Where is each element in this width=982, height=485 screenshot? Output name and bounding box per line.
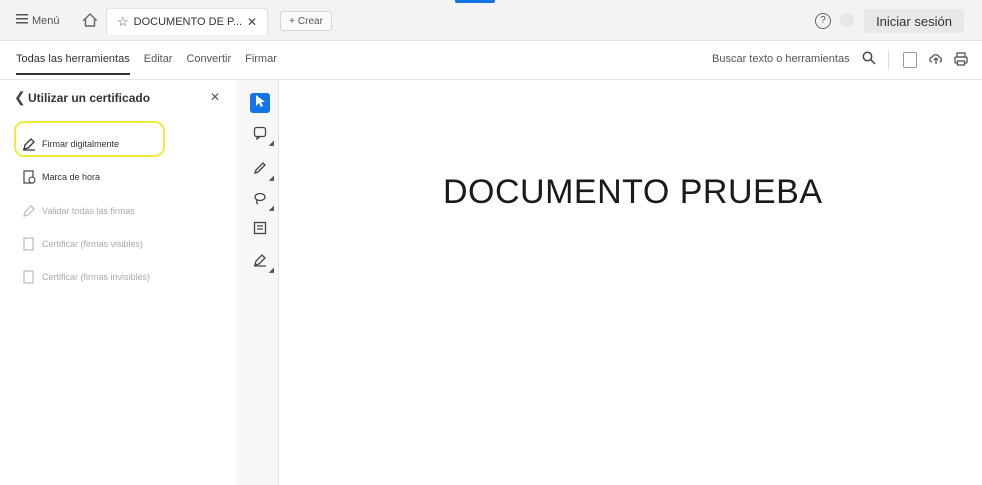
home-icon[interactable] <box>82 12 98 28</box>
tab-convert[interactable]: Convertir <box>186 53 231 75</box>
plus-icon: + <box>289 15 295 27</box>
toolbar-divider <box>888 51 889 69</box>
tool-label: Certificar (firmas invisibles) <box>42 272 151 282</box>
close-tab-icon[interactable]: ✕ <box>247 15 257 29</box>
comment-icon <box>253 126 267 145</box>
tool-timestamp[interactable]: Marca de hora <box>22 170 100 184</box>
text-select-icon <box>253 221 267 240</box>
page-view-icon[interactable] <box>903 52 917 68</box>
text-select-tool[interactable] <box>250 220 270 240</box>
quick-tools-strip: ◢ ◢ ◢ ◢ <box>236 80 279 485</box>
tool-sign-digitally[interactable]: Firmar digitalmente <box>22 137 119 151</box>
toolbar: Todas las herramientas Editar Convertir … <box>0 41 982 80</box>
tab-document[interactable]: ☆ DOCUMENTO DE P... ✕ <box>106 8 268 35</box>
select-tool[interactable] <box>250 93 270 113</box>
tool-label: Firmar digitalmente <box>42 139 120 149</box>
select-icon <box>254 94 266 113</box>
search-label[interactable]: Buscar texto o herramientas <box>712 53 850 65</box>
panel-title: Utilizar un certificado <box>28 91 151 105</box>
document-title: DOCUMENTO PRUEBA <box>443 173 823 211</box>
sign-tool[interactable]: ◢ <box>250 252 274 274</box>
draw-icon <box>253 161 267 180</box>
print-icon[interactable] <box>953 51 969 72</box>
sign-icon <box>253 253 267 272</box>
document-canvas[interactable] <box>279 80 982 485</box>
corner-triangle-icon: ◢ <box>268 267 274 274</box>
close-panel-icon[interactable]: ✕ <box>210 90 220 104</box>
certify-visible-icon <box>22 237 36 251</box>
lasso-icon <box>253 191 267 210</box>
menu-button[interactable]: Menú <box>16 14 60 27</box>
active-window-indicator <box>455 0 495 3</box>
menu-label: Menú <box>32 14 60 27</box>
tab-document-title: DOCUMENTO DE P... <box>133 16 243 28</box>
back-icon[interactable]: ❮ <box>14 89 26 106</box>
tab-edit[interactable]: Editar <box>144 53 173 75</box>
tab-bar: Menú ☆ DOCUMENTO DE P... ✕ + Crear ? Ini… <box>0 0 982 41</box>
tool-certify-visible[interactable]: Certificar (firmas visibles) <box>22 237 143 251</box>
avatar[interactable] <box>840 13 854 27</box>
certify-invisible-icon <box>22 270 36 284</box>
tool-label: Certificar (firmas visibles) <box>42 239 144 249</box>
help-icon[interactable]: ? <box>815 13 831 29</box>
lasso-tool[interactable]: ◢ <box>250 190 274 212</box>
tab-sign[interactable]: Firmar <box>245 53 277 75</box>
corner-triangle-icon: ◢ <box>268 205 274 212</box>
login-button[interactable]: Iniciar sesión <box>864 9 964 33</box>
new-tab-button[interactable]: + Crear <box>280 11 332 31</box>
tool-certify-invisible[interactable]: Certificar (firmas invisibles) <box>22 270 150 284</box>
tool-label: Marca de hora <box>42 172 101 182</box>
toolbar-tabs: Todas las herramientas Editar Convertir … <box>16 53 277 75</box>
timestamp-icon <box>22 170 36 184</box>
corner-triangle-icon: ◢ <box>268 140 274 147</box>
tab-all-tools[interactable]: Todas las herramientas <box>16 53 130 75</box>
corner-triangle-icon: ◢ <box>268 175 274 182</box>
star-icon[interactable]: ☆ <box>117 14 129 30</box>
validate-icon <box>22 204 36 218</box>
hamburger-icon <box>16 14 28 27</box>
cloud-upload-icon[interactable] <box>928 50 944 71</box>
tool-label: Validar todas las firmas <box>42 206 135 216</box>
tool-validate-signatures[interactable]: Validar todas las firmas <box>22 204 135 218</box>
new-tab-label: Crear <box>297 15 323 27</box>
comment-tool[interactable]: ◢ <box>250 125 274 147</box>
pen-sign-icon <box>22 137 36 151</box>
search-icon[interactable] <box>862 51 876 70</box>
draw-tool[interactable]: ◢ <box>250 160 274 182</box>
